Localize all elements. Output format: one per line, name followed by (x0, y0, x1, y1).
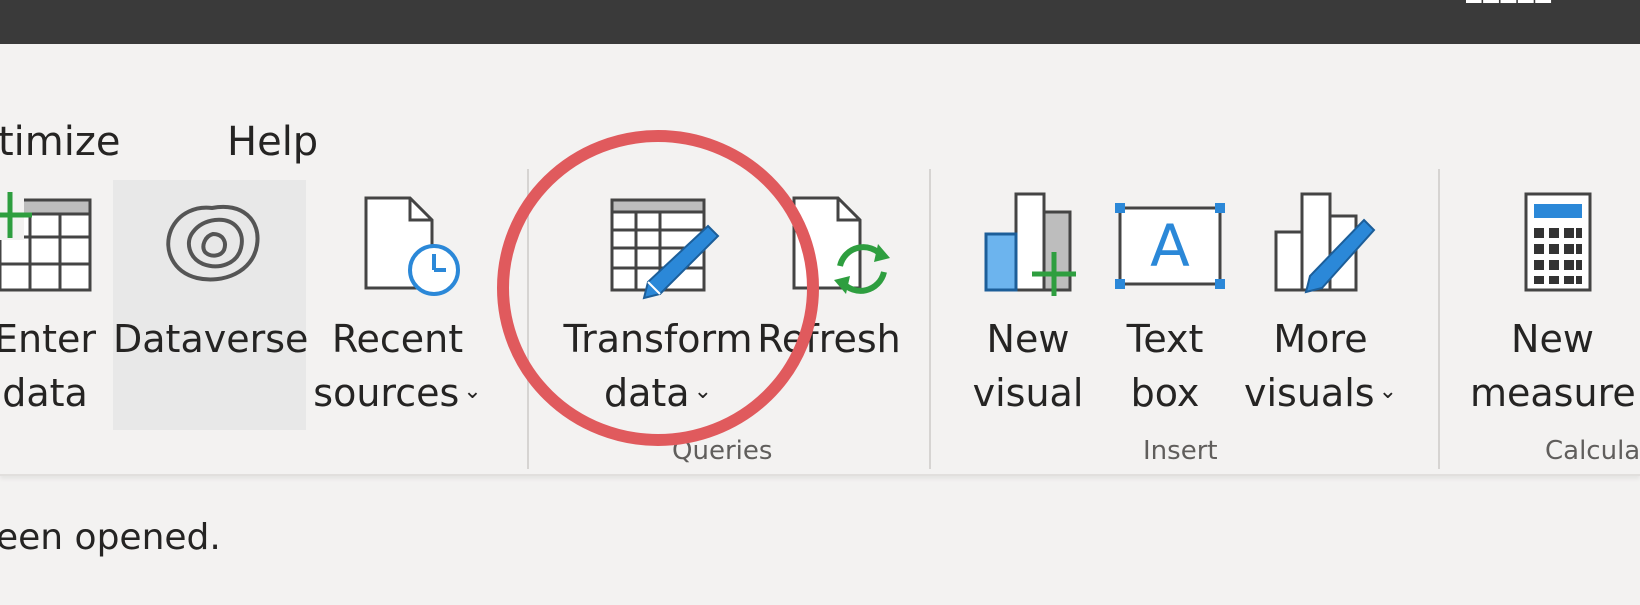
table-add-icon (0, 190, 92, 292)
refresh-icon (792, 196, 890, 294)
text-box-icon: A (1115, 203, 1225, 289)
transform-data-label: Transform data ⌄ (558, 312, 758, 423)
ribbon-home: Enter data Dataverse Recent sources ⌄ Tr… (0, 169, 1640, 476)
more-visuals-icon (1274, 192, 1376, 294)
new-measure-label: New measure (1470, 317, 1636, 415)
new-visual-button[interactable]: New visual (968, 180, 1088, 430)
transform-data-button[interactable]: Transform data ⌄ (558, 180, 758, 430)
ribbon-separator (1438, 169, 1440, 469)
text-box-label: Text box (1126, 317, 1204, 415)
title-bar-text-fragment: ▀▀▀▀▀ (1466, 0, 1606, 5)
enter-data-button[interactable]: Enter data (0, 180, 100, 430)
tab-help[interactable]: Help (227, 118, 318, 166)
enter-data-label: Enter data (0, 317, 96, 415)
recent-sources-icon (364, 196, 460, 296)
refresh-label: Refresh (757, 317, 901, 361)
group-label-calculations: Calcula (1545, 436, 1640, 466)
title-bar: ▀▀▀▀▀ (0, 0, 1640, 44)
transform-data-icon (610, 198, 720, 300)
refresh-button[interactable]: Refresh (754, 180, 904, 430)
status-message: een opened. (0, 517, 221, 558)
text-box-button[interactable]: A Text box (1100, 180, 1230, 430)
dataverse-label: Dataverse (113, 317, 309, 361)
chevron-down-icon[interactable]: ⌄ (463, 365, 481, 419)
tab-optimize[interactable]: timize (0, 118, 120, 166)
ribbon-tabs: timize Help (0, 44, 1640, 174)
more-visuals-label: More visuals ⌄ (1238, 312, 1403, 423)
more-visuals-button[interactable]: More visuals ⌄ (1238, 180, 1403, 430)
calculator-icon (1524, 192, 1592, 292)
recent-sources-button[interactable]: Recent sources ⌄ (310, 180, 485, 430)
svg-text:A: A (1150, 212, 1190, 280)
dataverse-icon (166, 204, 260, 282)
ribbon-separator (527, 169, 529, 469)
new-measure-button[interactable]: New measure (1470, 180, 1636, 430)
recent-sources-label: Recent sources ⌄ (310, 312, 485, 423)
new-visual-label: New visual (972, 317, 1084, 415)
chevron-down-icon[interactable]: ⌄ (1379, 365, 1397, 419)
chevron-down-icon[interactable]: ⌄ (694, 365, 712, 419)
new-visual-icon (984, 192, 1076, 296)
dataverse-button[interactable]: Dataverse (113, 180, 309, 430)
group-label-queries: Queries (672, 436, 773, 466)
ribbon-separator (929, 169, 931, 469)
group-label-insert: Insert (1143, 436, 1218, 466)
